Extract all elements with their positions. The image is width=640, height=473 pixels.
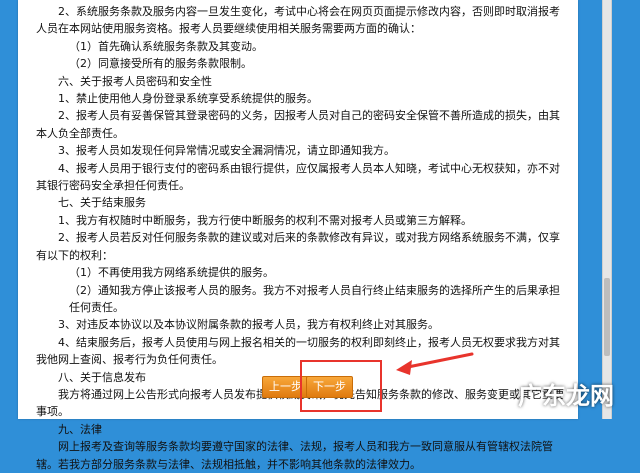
watermark-logo: 广东龙网 <box>518 381 614 410</box>
agreement-line: 六、关于报考人员密码和安全性 <box>58 74 212 88</box>
scrollbar-thumb[interactable] <box>604 278 610 356</box>
red-arrow-icon <box>396 352 474 375</box>
agreement-line: 七、关于结束服务 <box>58 196 146 210</box>
agreement-line: （1）不再使用我方网络系统提供的服务。 <box>69 266 274 280</box>
agreement-line: 2、报考人员若反对任何服务条款的建议或对后来的条款修改有异议，或对我方网络系统服… <box>36 231 560 262</box>
agreement-line: 九、法律 <box>58 422 102 436</box>
agreement-line: 2、报考人员有妥善保管其登录密码的义务，因报考人员对自己的密码安全保管不善所造成… <box>36 109 560 140</box>
agreement-line: 4、报考人员用于银行支付的密码系由银行提供，应仅属报考人员本人知晓，考试中心无权… <box>36 161 560 193</box>
agreement-line: （2）通知我方停止该报考人员的服务。我方不对报考人员自行终止结束服务的选择所产生… <box>69 283 560 314</box>
agreement-line: （1）首先确认系统服务条款及其变动。 <box>69 39 263 53</box>
agreement-line: 3、对违反本协议以及本协议附属条款的报考人员，我方有权利终止对其服务。 <box>58 318 439 332</box>
agreement-line: 1、我方有权随时中断服务，我方行使中断服务的权利不需对报考人员或第三方解释。 <box>58 213 472 227</box>
scrollbar[interactable] <box>602 0 612 419</box>
agreement-line: （2）同意接受所有的服务条款限制。 <box>69 57 252 71</box>
agreement-line: 3、报考人员如发现任何异常情况或安全漏洞情况，请立即通知我方。 <box>58 144 395 158</box>
agreement-line: 2、系统服务条款及服务内容一旦发生变化，考试中心将会在网页页面提示修改内容，否则… <box>36 5 560 36</box>
agreement-line: 1、禁止使用他人身份登录系统享受系统提供的服务。 <box>58 92 318 106</box>
highlight-box <box>300 360 382 412</box>
agreement-line: 网上报考及查询等服务条款均要遵守国家的法律、法规，报考人员和我方一致同意服从有管… <box>36 440 553 471</box>
